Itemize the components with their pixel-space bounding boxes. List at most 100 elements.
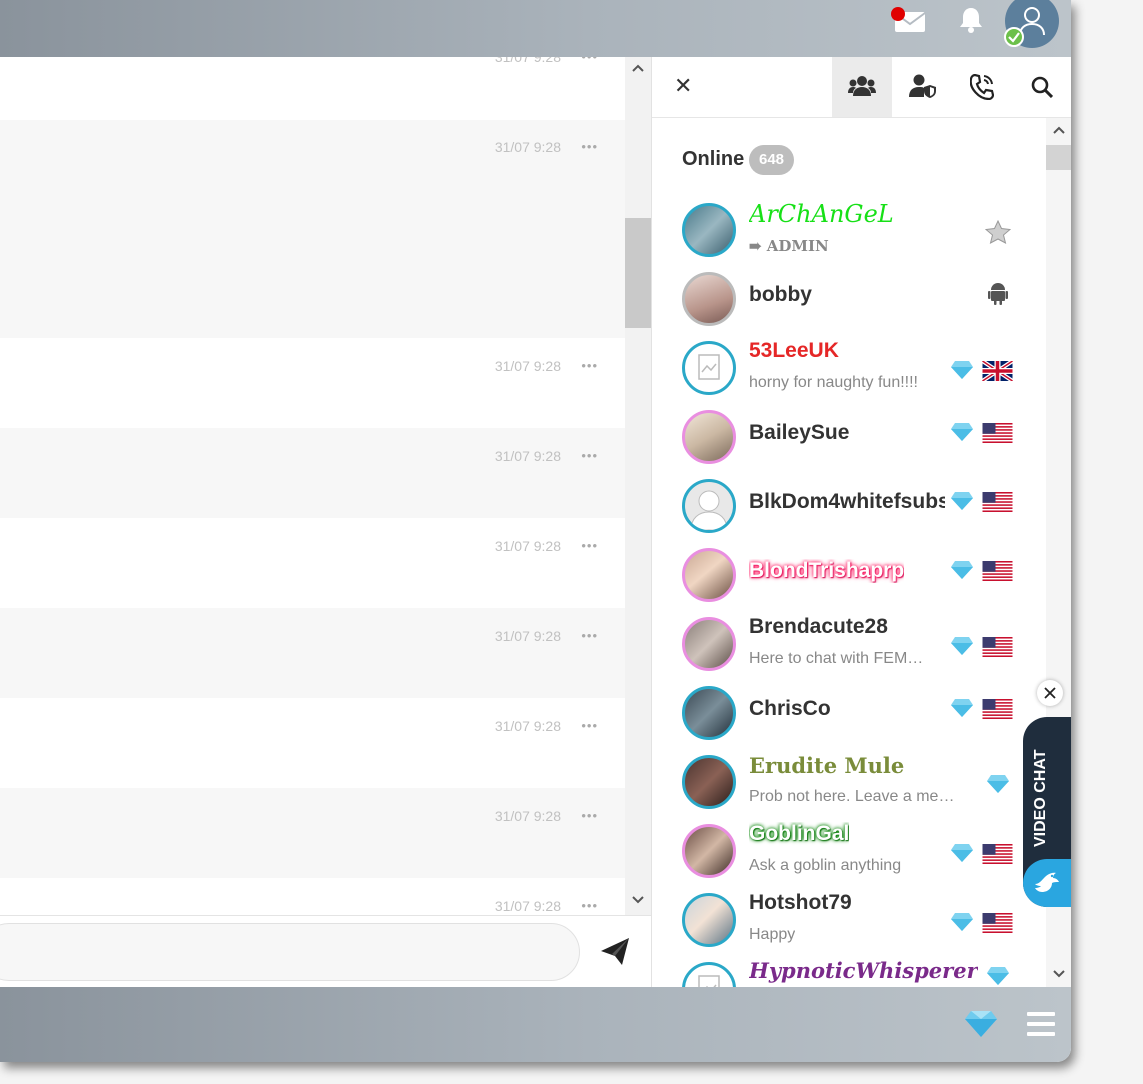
user-avatar <box>682 272 736 326</box>
user-name: BlondTrishaprp <box>749 559 905 582</box>
user-list-item[interactable]: 53LeeUK horny for naughty fun!!!! <box>652 335 1046 404</box>
user-name: Erudite Mule <box>749 753 905 778</box>
message-more-button[interactable]: ••• <box>581 139 598 154</box>
user-list-item[interactable]: Brendacute28 Here to chat with FEM… <box>652 611 1046 680</box>
user-name: bobby <box>749 283 812 306</box>
message-timestamp: 31/07 9:28 <box>494 808 561 824</box>
user-mood: horny for naughty fun!!!! <box>749 374 918 391</box>
diamond-icon <box>987 967 1009 985</box>
message-more-button[interactable]: ••• <box>581 57 598 64</box>
online-count-badge: 648 <box>749 145 795 175</box>
message-row: 31/07 9:28 ••• <box>0 57 625 120</box>
video-chat-widget[interactable]: VIDEO CHAT <box>1023 717 1071 907</box>
message-more-button[interactable]: ••• <box>581 538 598 553</box>
user-list-item[interactable]: ChrisCo <box>652 680 1046 749</box>
chevron-down-icon[interactable] <box>631 895 645 905</box>
tab-calls[interactable] <box>952 57 1012 117</box>
us-flag <box>982 492 1013 512</box>
chevron-up-icon[interactable] <box>631 63 645 73</box>
online-user-list[interactable]: Online 648 ArChAnGeL ➠ ADMIN bobby 53Lee… <box>652 118 1046 987</box>
user-name: BlkDom4whitefsubs <box>749 490 945 513</box>
online-heading: Online <box>682 148 745 170</box>
user-avatar <box>682 824 736 878</box>
message-row: 31/07 9:28 ••• <box>0 788 625 878</box>
message-more-button[interactable]: ••• <box>581 898 598 913</box>
diamond-icon <box>951 361 973 379</box>
user-list-item[interactable]: BaileySue <box>652 404 1046 473</box>
tab-friends[interactable] <box>892 57 952 117</box>
user-name: BaileySue <box>749 421 850 444</box>
diamond-icon <box>951 423 973 441</box>
diamond-icon[interactable] <box>964 1010 998 1038</box>
user-avatar <box>682 755 736 809</box>
diamond-icon <box>951 844 973 862</box>
user-avatar <box>682 479 736 533</box>
message-row: 31/07 9:28 ••• <box>0 878 625 915</box>
close-panel-button[interactable]: ✕ <box>674 73 692 99</box>
star-icon[interactable] <box>985 220 1011 244</box>
video-chat-label: VIDEO CHAT <box>1032 749 1049 847</box>
message-timestamp: 31/07 9:28 <box>494 139 561 155</box>
message-more-button[interactable]: ••• <box>581 628 598 643</box>
bell-icon[interactable] <box>958 6 984 34</box>
user-list-item[interactable]: bobby <box>652 266 1046 335</box>
scrollbar-thumb[interactable] <box>625 218 651 328</box>
bird-icon <box>1035 872 1059 892</box>
user-list-item[interactable]: HypnoticWhisperer <box>652 956 1046 987</box>
us-flag <box>982 423 1013 443</box>
message-scrollbar[interactable] <box>625 57 651 915</box>
user-avatar <box>682 548 736 602</box>
message-row: 31/07 9:28 ••• <box>0 698 625 788</box>
message-more-button[interactable]: ••• <box>581 808 598 823</box>
user-mood: Ask a goblin anything <box>749 857 902 874</box>
diamond-icon <box>987 775 1009 793</box>
user-avatar <box>682 341 736 395</box>
video-chat-logo <box>1023 859 1071 907</box>
user-list-item[interactable]: ArChAnGeL ➠ ADMIN <box>652 197 1046 266</box>
tab-online-users[interactable] <box>832 57 892 117</box>
scrollbar-thumb[interactable] <box>1046 145 1071 170</box>
message-timestamp: 31/07 9:28 <box>494 718 561 734</box>
message-more-button[interactable]: ••• <box>581 358 598 373</box>
chevron-up-icon[interactable] <box>1052 125 1066 135</box>
tab-search[interactable] <box>1012 57 1071 117</box>
mail-icon[interactable] <box>891 7 927 33</box>
user-name: Hotshot79 <box>749 891 852 914</box>
message-more-button[interactable]: ••• <box>581 718 598 733</box>
diamond-icon <box>951 913 973 931</box>
video-chat-close-button[interactable] <box>1037 680 1063 706</box>
user-list-item[interactable]: Hotshot79 Happy <box>652 887 1046 956</box>
message-timestamp: 31/07 9:28 <box>494 57 561 65</box>
user-list-item[interactable]: Erudite Mule Prob not here. Leave a me… <box>652 749 1046 818</box>
user-name: 53LeeUK <box>749 339 839 362</box>
user-role: ➠ ADMIN <box>749 237 829 255</box>
message-row: 31/07 9:28 ••• <box>0 338 625 428</box>
user-avatar <box>682 410 736 464</box>
message-input[interactable] <box>0 923 580 981</box>
menu-icon[interactable] <box>1027 1011 1055 1037</box>
message-more-button[interactable]: ••• <box>581 448 598 463</box>
message-row: 31/07 9:28 ••• <box>0 608 625 698</box>
send-icon[interactable] <box>600 937 630 967</box>
message-list[interactable]: 31/07 9:28 ••• 31/07 9:28 ••• 31/07 9:28… <box>0 57 625 915</box>
user-list-item[interactable]: BlkDom4whitefsubs <box>652 473 1046 542</box>
bottom-bar <box>0 987 1071 1062</box>
diamond-icon <box>951 699 973 717</box>
phone-icon <box>970 74 994 100</box>
message-row: 31/07 9:28 ••• <box>0 428 625 518</box>
image-placeholder-icon <box>698 354 720 380</box>
chevron-down-icon[interactable] <box>1052 969 1066 979</box>
user-list-item[interactable]: GoblinGal Ask a goblin anything <box>652 818 1046 887</box>
default-avatar-icon <box>690 490 728 530</box>
user-list-item[interactable]: BlondTrishaprp <box>652 542 1046 611</box>
diamond-icon <box>951 492 973 510</box>
user-name: HypnoticWhisperer <box>749 958 978 983</box>
user-mood: Prob not here. Leave a me… <box>749 788 955 805</box>
us-flag <box>982 561 1013 581</box>
user-name: ChrisCo <box>749 697 831 720</box>
image-placeholder-icon <box>698 975 720 987</box>
user-avatar <box>682 962 736 987</box>
user-name: Brendacute28 <box>749 615 888 638</box>
avatar[interactable] <box>1004 0 1059 48</box>
user-panel: ✕ Online 648 ArChAnGeL ➠ ADMIN bobby 53L… <box>651 57 1071 987</box>
